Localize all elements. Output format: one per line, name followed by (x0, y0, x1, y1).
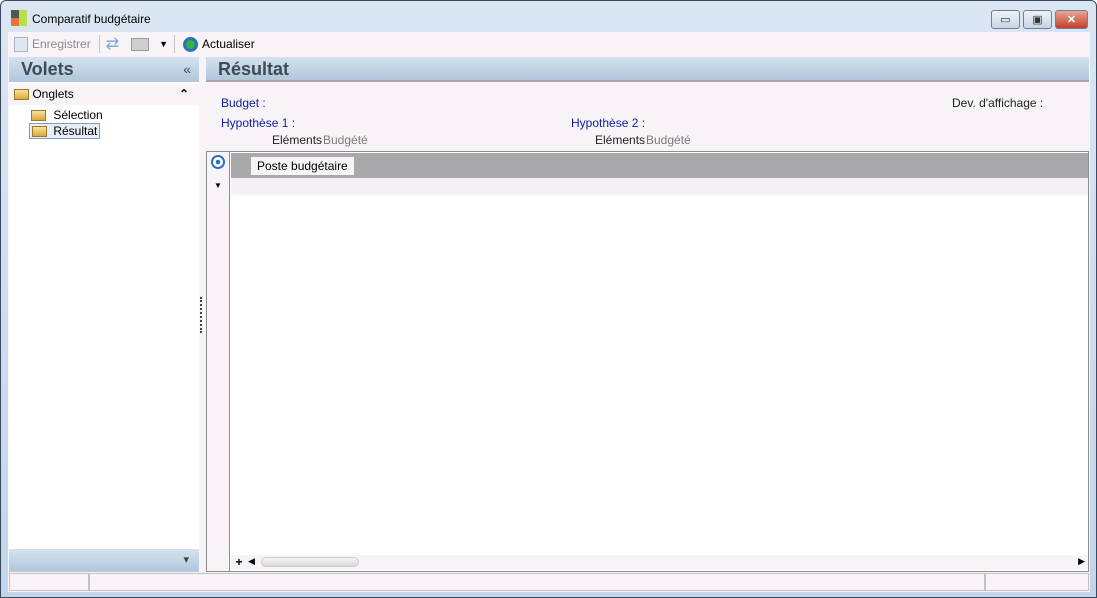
client-area: Enregistrer ⇄ ▼ Actualiser Volets « Ongl… (8, 32, 1090, 592)
hypothesis1-label: Hypothèse 1 : (221, 116, 296, 130)
result-grid: ▼ Poste budgétaire + ◀ ▶ (206, 151, 1089, 572)
window: Comparatif budgétaire ▭ ▣ ✕ Enregistrer … (0, 0, 1097, 598)
display-currency-label: Dev. d'affichage : (952, 96, 1044, 110)
print-icon[interactable] (131, 37, 150, 51)
right-pane: Résultat Budget : Dev. d'affichage : Hyp… (206, 57, 1089, 572)
collapse-pane-button[interactable]: « (183, 57, 191, 82)
app-icon (11, 10, 27, 26)
refresh-button[interactable]: Actualiser (181, 36, 257, 52)
row-indicator-column: ▼ (207, 152, 230, 571)
budget-label: Budget : (221, 96, 266, 110)
grid-row[interactable] (231, 178, 1088, 195)
hypothesis2-label: Hypothèse 2 : (571, 116, 646, 130)
result-header: Résultat (206, 57, 1089, 82)
add-button[interactable]: + (233, 555, 245, 569)
hyp1-elements-value: Budgété (323, 133, 368, 147)
splitter-handle[interactable] (200, 297, 203, 333)
save-icon (14, 36, 28, 52)
window-title: Comparatif budgétaire (32, 12, 151, 26)
group-onglets[interactable]: Onglets ⌃ (9, 84, 199, 105)
horizontal-scrollbar[interactable]: + ◀ ▶ (231, 555, 1088, 570)
print-dropdown-icon[interactable]: ▼ (159, 39, 168, 49)
tree-item-selection[interactable]: Sélection (31, 107, 103, 123)
hyp1-elements-label: Eléments (272, 133, 323, 147)
group-toggle-icon[interactable]: ⌃ (179, 84, 189, 105)
resize-grip[interactable] (985, 573, 1089, 591)
scroll-left-icon[interactable]: ◀ (248, 556, 255, 567)
status-panel (9, 573, 89, 591)
grid-settings-icon[interactable] (211, 155, 225, 169)
status-panel (89, 573, 985, 591)
left-pane-header: Volets « (9, 57, 199, 82)
save-button[interactable]: Enregistrer (12, 36, 93, 52)
hyp2-elements-label: Eléments (595, 133, 646, 147)
close-button[interactable]: ✕ (1055, 10, 1088, 29)
minimize-button[interactable]: ▭ (991, 10, 1020, 29)
separator (98, 35, 100, 53)
scroll-thumb[interactable] (261, 557, 359, 567)
hyp2-elements-value: Budgété (646, 133, 691, 147)
separator (174, 35, 176, 53)
status-bar (9, 573, 1089, 591)
scroll-right-icon[interactable]: ▶ (1078, 556, 1085, 567)
left-pane: Volets « Onglets ⌃ Sélection Résultat ▾ (9, 57, 199, 572)
toolbar: Enregistrer ⇄ ▼ Actualiser (8, 32, 1090, 56)
sync-icon[interactable]: ⇄ (106, 34, 119, 54)
chevron-down-icon[interactable]: ▾ (183, 553, 189, 566)
folder-icon (31, 110, 46, 122)
group-by-area: Poste budgétaire (231, 153, 1088, 178)
folder-icon (14, 89, 29, 101)
title-bar: Comparatif budgétaire ▭ ▣ ✕ (1, 1, 1096, 32)
tree-item-resultat[interactable]: Résultat (29, 123, 101, 139)
column-header-poste-budgetaire[interactable]: Poste budgétaire (251, 157, 354, 175)
refresh-icon (183, 36, 199, 52)
row-dropdown-icon[interactable]: ▼ (214, 181, 222, 190)
left-pane-footer: ▾ (9, 549, 199, 572)
folder-open-icon (32, 126, 47, 138)
restore-button[interactable]: ▣ (1023, 10, 1052, 29)
